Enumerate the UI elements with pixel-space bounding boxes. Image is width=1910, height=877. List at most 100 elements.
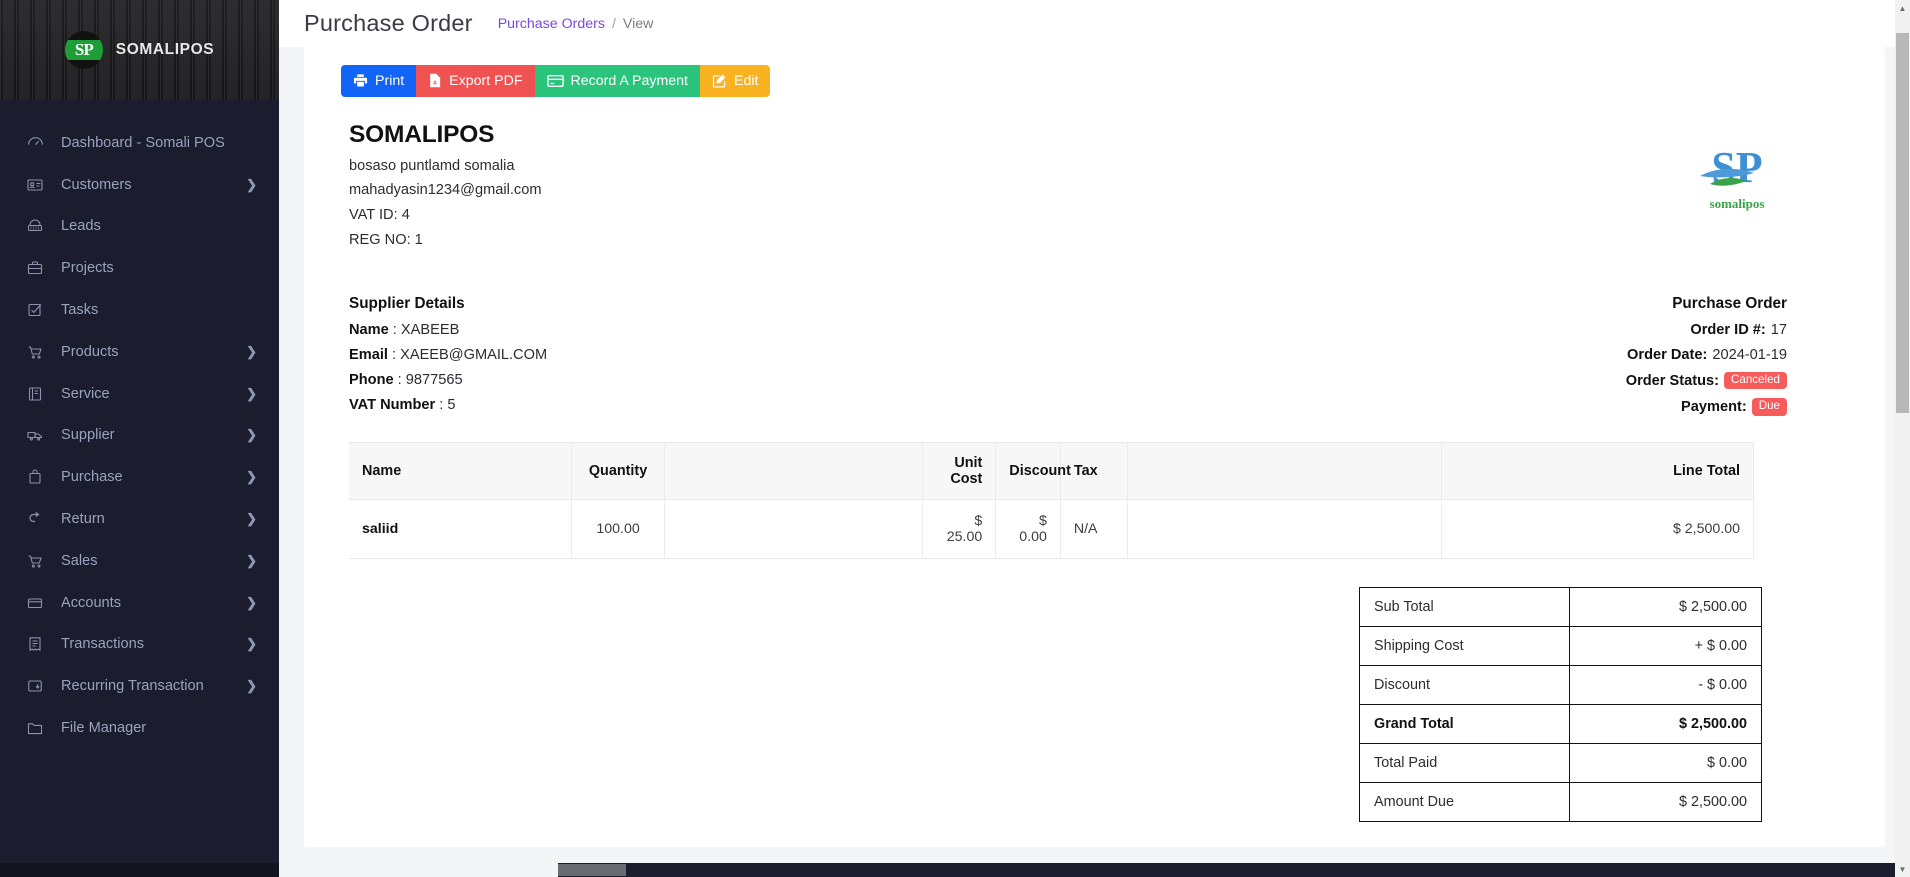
sidebar-item-label: File Manager: [61, 720, 147, 737]
order-date-label: Order Date:: [1627, 347, 1708, 364]
order-status-row: Order Status: Canceled: [1625, 372, 1787, 390]
sidebar-item-purchase[interactable]: Purchase ❯: [0, 456, 279, 498]
order-id-row: Order ID #: 17: [1626, 322, 1787, 338]
sidebar-item-products[interactable]: Products ❯: [0, 331, 279, 373]
button-label: Edit: [734, 72, 759, 89]
column-header-line-total: Line Total: [1441, 441, 1755, 500]
totals-row-shipping-cost: Shipping Cost + $ 0.00: [1359, 625, 1762, 666]
breadcrumb-purchase-orders[interactable]: Purchase Orders: [498, 16, 605, 32]
parties-row: Supplier Details Name : XABEEB Email : XA…: [349, 295, 1840, 416]
page-header: Purchase Order Purchase Orders / View: [279, 0, 1910, 47]
svg-text:A: A: [433, 81, 437, 87]
credit-card-icon: [27, 595, 49, 611]
sidebar-item-label: Transactions: [61, 636, 145, 653]
sidebar-item-return[interactable]: Return ❯: [0, 498, 279, 540]
horizontal-scrollbar-thumb[interactable]: [558, 864, 626, 876]
table-header-row: Name Quantity Unit Cost Discount Tax Line Tot…: [349, 441, 1755, 500]
totals-row-sub-total: Sub Total $ 2,500.00: [1359, 586, 1762, 627]
sidebar-item-label: Leads: [61, 218, 101, 235]
company-vat-id: VAT ID: 4: [349, 207, 410, 224]
sidebar-item-label: Customers: [61, 176, 132, 193]
export-pdf-button[interactable]: A Export PDF: [416, 65, 535, 97]
company-reg-no: REG NO: 1: [349, 231, 423, 248]
supplier-field-sep: :: [388, 322, 401, 339]
sidebar-item-sales[interactable]: Sales ❯: [0, 540, 279, 582]
order-id-label: Order ID #:: [1690, 322, 1766, 339]
speedometer-icon: [27, 134, 49, 151]
supplier-field-sep: :: [435, 397, 448, 414]
vertical-scrollbar[interactable]: ▲ ▼: [1895, 0, 1910, 877]
supplier-field-label: Email: [349, 347, 388, 364]
app-root: SP SOMALIPOS Dashboard - Somali POS Custo…: [0, 0, 1910, 877]
arrow-return-icon: [27, 511, 49, 527]
receipt-icon: [27, 636, 49, 652]
totals-label: Sub Total: [1359, 586, 1570, 627]
invoice-document: SOMALIPOS bosaso puntlamd somalia mahady…: [304, 97, 1885, 822]
sidebar-item-recurring-transaction[interactable]: Recurring Transaction ❯: [0, 665, 279, 707]
sidebar-item-supplier[interactable]: Supplier ❯: [0, 415, 279, 457]
totals-row-amount-due: Amount Due $ 2,500.00: [1359, 781, 1762, 822]
cell-name: saliid: [349, 499, 573, 559]
supplier-vat-number-row: VAT Number : 5: [349, 397, 547, 413]
invoice-logo: SP somalipos: [1687, 146, 1787, 212]
sidebar-item-tasks[interactable]: Tasks: [0, 289, 279, 331]
totals-value: $ 2,500.00: [1569, 703, 1762, 744]
chevron-right-icon: ❯: [246, 343, 257, 359]
bag-icon: [27, 469, 49, 485]
horizontal-scrollbar[interactable]: [558, 863, 1895, 877]
print-button[interactable]: Print: [341, 65, 417, 97]
company-name: SOMALIPOS: [349, 120, 495, 148]
vertical-scrollbar-thumb[interactable]: [1896, 33, 1909, 413]
cell-discount: $ 0.00: [995, 499, 1061, 559]
sidebar-item-label: Accounts: [61, 594, 122, 611]
supplier-field-value: XABEEB: [400, 322, 460, 339]
sidebar-item-file-manager[interactable]: File Manager: [0, 707, 279, 749]
column-header-spacer-2: [664, 441, 924, 500]
column-header-discount: Discount: [995, 441, 1071, 500]
chevron-right-icon: ❯: [246, 385, 257, 401]
order-date-row: Order Date: 2024-01-19: [1626, 347, 1787, 363]
supplier-field-label: Phone: [349, 372, 394, 389]
chevron-right-icon: ❯: [246, 427, 257, 443]
company-block: SOMALIPOS bosaso puntlamd somalia mahady…: [349, 121, 541, 249]
supplier-heading: Supplier Details: [349, 295, 465, 313]
scroll-up-arrow-icon[interactable]: ▲: [1895, 0, 1910, 16]
card-payment-icon: [546, 74, 564, 88]
totals-value: $ 0.00: [1569, 742, 1762, 783]
totals-label: Shipping Cost: [1359, 625, 1570, 666]
sidebar-item-customers[interactable]: Customers ❯: [0, 164, 279, 206]
payment-label: Payment:: [1681, 399, 1747, 415]
document-header: SOMALIPOS bosaso puntlamd somalia mahady…: [349, 121, 1840, 249]
sidebar-item-accounts[interactable]: Accounts ❯: [0, 582, 279, 624]
briefcase-icon: [27, 260, 49, 276]
sidebar-item-dashboard-somali-pos[interactable]: Dashboard - Somali POS: [0, 122, 279, 164]
cell-unit-cost: $ 25.00: [922, 499, 997, 559]
sidebar-brand[interactable]: SP SOMALIPOS: [0, 0, 279, 100]
printer-icon: [353, 73, 368, 88]
scroll-down-arrow-icon[interactable]: ▼: [1895, 861, 1910, 877]
order-date-value: 2024-01-19: [1712, 347, 1787, 364]
sidebar-item-service[interactable]: Service ❯: [0, 373, 279, 415]
sidebar-item-transactions[interactable]: Transactions ❯: [0, 624, 279, 666]
cell-spacer1: [664, 499, 924, 559]
recurring-icon: [27, 678, 49, 694]
totals-value: $ 2,500.00: [1569, 586, 1762, 627]
record-a-payment-button[interactable]: Record A Payment: [534, 65, 701, 97]
company-email: mahadyasin1234@gmail.com: [349, 182, 542, 199]
supplier-field-value: 9877565: [405, 372, 463, 389]
chevron-right-icon: ❯: [246, 552, 257, 568]
chevron-right-icon: ❯: [246, 594, 257, 610]
totals-label: Grand Total: [1359, 703, 1570, 744]
telephone-icon: [27, 218, 49, 234]
sidebar-item-label: Return: [61, 511, 105, 528]
order-status-label: Order Status:: [1625, 372, 1719, 389]
truck-icon: [27, 427, 49, 443]
edit-button[interactable]: Edit: [700, 65, 771, 97]
sidebar-item-projects[interactable]: Projects: [0, 247, 279, 289]
sidebar-item-leads[interactable]: Leads: [0, 206, 279, 248]
sidebar-item-label: Dashboard - Somali POS: [61, 134, 225, 151]
folder-icon: [27, 720, 49, 736]
cart-icon: [27, 344, 49, 360]
totals-value: - $ 0.00: [1569, 664, 1762, 705]
brand-logo-icon: SP: [64, 31, 103, 69]
